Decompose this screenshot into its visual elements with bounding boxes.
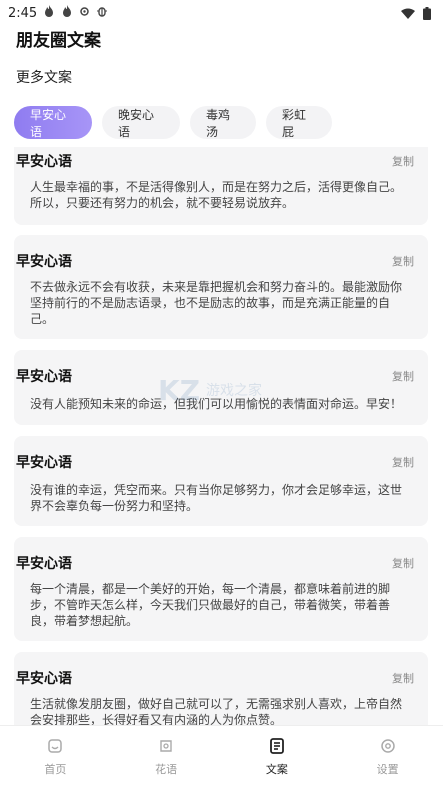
status-time: 2:45 <box>8 5 38 21</box>
list-item: 早安心语 复制 每一个清晨，都是一个美好的开始，每一个清晨，都意味着前进的脚步，… <box>14 537 428 641</box>
bug-icon <box>96 5 108 21</box>
nav-copy-label: 文案 <box>265 762 288 776</box>
section-title: 更多文案 <box>16 70 72 86</box>
app-title: 朋友圈文案 <box>16 31 101 51</box>
nav-flower-label: 花语 <box>155 762 178 776</box>
copy-list[interactable]: 早安心语 复制 人生最幸福的事，不是活得像别人，而是在努力之后，活得更像自己。所… <box>14 147 428 725</box>
nav-flower[interactable]: 花语 <box>126 737 206 777</box>
category-tabs: 早安心语 晚安心语 毒鸡汤 彩虹屁 <box>14 106 332 139</box>
copy-button[interactable]: 复制 <box>392 454 414 470</box>
bottom-nav: 首页 花语 文案 设置 <box>0 725 443 787</box>
card-text: 人生最幸福的事，不是活得像别人，而是在努力之后，活得更像自己。所以，只要还有努力… <box>30 180 403 210</box>
card-title: 早安心语 <box>16 154 72 170</box>
tab-rainbow[interactable]: 彩虹屁 <box>266 106 332 139</box>
nav-home-label: 首页 <box>44 762 67 776</box>
card-text: 没有谁的幸运，凭空而来。只有当你足够努力，你才会足够幸运，这世界不会辜负每一份努… <box>30 483 403 513</box>
copy-button[interactable]: 复制 <box>392 153 414 169</box>
copy-button[interactable]: 复制 <box>392 670 414 686</box>
card-title: 早安心语 <box>16 671 72 687</box>
card-text: 生活就像发朋友圈，做好自己就可以了，无需强求别人喜欢，上帝自然会安排那些，长得好… <box>30 697 403 725</box>
card-title: 早安心语 <box>16 369 72 385</box>
sync-icon <box>79 6 90 20</box>
home-icon <box>46 737 64 755</box>
tab-morning[interactable]: 早安心语 <box>14 106 92 139</box>
gear-icon <box>379 737 397 755</box>
list-item: 早安心语 复制 生活就像发朋友圈，做好自己就可以了，无需强求别人喜欢，上帝自然会… <box>14 652 428 725</box>
nav-settings[interactable]: 设置 <box>348 737 428 777</box>
list-item: 早安心语 复制 人生最幸福的事，不是活得像别人，而是在努力之后，活得更像自己。所… <box>14 147 428 225</box>
copy-button[interactable]: 复制 <box>392 253 414 269</box>
card-title: 早安心语 <box>16 556 72 572</box>
status-right <box>401 6 431 20</box>
nav-home[interactable]: 首页 <box>15 737 95 777</box>
copy-button[interactable]: 复制 <box>392 368 414 384</box>
card-text: 不去做永远不会有收获，未来是靠把握机会和努力奋斗的。最能激励你坚持前行的不是励志… <box>30 280 403 326</box>
nav-copy[interactable]: 文案 <box>237 737 317 777</box>
tab-night[interactable]: 晚安心语 <box>102 106 180 139</box>
status-left: 2:45 <box>8 5 108 21</box>
nav-settings-label: 设置 <box>376 762 399 776</box>
wifi-icon <box>401 8 415 19</box>
card-text: 每一个清晨，都是一个美好的开始，每一个清晨，都意味着前进的脚步，不管昨天怎么样，… <box>30 582 391 628</box>
list-item: 早安心语 复制 没有人能预知未来的命运，但我们可以用愉悦的表情面对命运。早安！ <box>14 350 428 425</box>
card-title: 早安心语 <box>16 455 72 471</box>
card-title: 早安心语 <box>16 254 72 270</box>
flame-icon <box>61 5 73 21</box>
list-item: 早安心语 复制 不去做永远不会有收获，未来是靠把握机会和努力奋斗的。最能激励你坚… <box>14 235 428 339</box>
document-icon <box>268 737 286 755</box>
card-text: 没有人能预知未来的命运，但我们可以用愉悦的表情面对命运。早安！ <box>30 397 403 411</box>
tab-poison-soup[interactable]: 毒鸡汤 <box>190 106 256 139</box>
battery-icon <box>423 6 431 20</box>
flame-icon <box>43 5 55 21</box>
flower-icon <box>157 737 175 755</box>
copy-button[interactable]: 复制 <box>392 555 414 571</box>
list-item: 早安心语 复制 没有谁的幸运，凭空而来。只有当你足够努力，你才会足够幸运，这世界… <box>14 436 428 526</box>
status-bar: 2:45 <box>0 0 443 26</box>
